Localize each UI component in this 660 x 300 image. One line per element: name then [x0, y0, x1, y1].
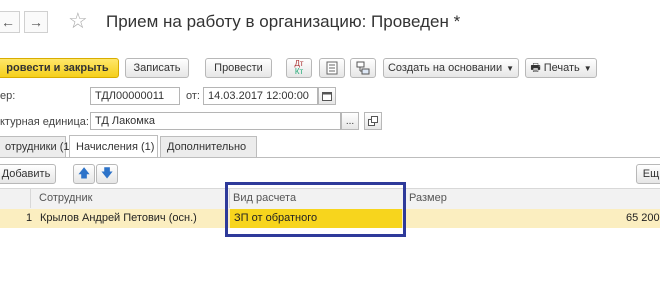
tab-accruals[interactable]: Начисления (1) [69, 135, 158, 157]
dt-kt-icon: Дт Кт [294, 59, 304, 76]
ellipsis-icon: ... [345, 115, 355, 127]
favorite-star-icon[interactable]: ☆ [68, 9, 88, 33]
open-link-icon [368, 116, 378, 126]
cell-employee: Крылов Андрей Петович (осн.) [40, 212, 197, 224]
more-label: Ещ [642, 168, 660, 180]
post-label: Провести [214, 62, 263, 74]
structural-unit-label: ктурная единица: [0, 116, 89, 128]
arrow-up-icon: 🡅 [77, 165, 91, 180]
post-button[interactable]: Провести [205, 58, 272, 78]
create-based-on-button[interactable]: Создать на основании ▼ [383, 58, 519, 78]
print-label: Печать [543, 62, 580, 74]
move-down-button[interactable]: 🡇 [96, 164, 118, 184]
tab-employees-label: отрудники (1) [5, 141, 74, 153]
post-and-close-label: ровести и закрыть [6, 62, 109, 74]
column-divider [30, 188, 31, 208]
save-button[interactable]: Записать [125, 58, 189, 78]
structural-unit-field[interactable]: ТД Лакомка [90, 112, 341, 130]
column-header-employee[interactable]: Сотрудник [39, 192, 92, 204]
date-label: от: [186, 90, 200, 102]
arrow-left-icon: ← [1, 14, 15, 30]
arrow-down-icon: 🡇 [100, 165, 114, 180]
dt-kt-button[interactable]: Дт Кт [286, 58, 312, 78]
calendar-icon [322, 92, 332, 101]
print-button[interactable]: 🖶 Печать ▼ [525, 58, 597, 78]
open-unit-button[interactable] [364, 112, 382, 130]
post-and-close-button[interactable]: ровести и закрыть [0, 58, 119, 78]
report-button[interactable] [319, 58, 345, 78]
column-header-amount[interactable]: Размер [409, 192, 447, 204]
number-label: ер: [0, 90, 16, 102]
date-field[interactable]: 14.03.2017 12:00:00 [203, 87, 318, 105]
page-title: Прием на работу в организацию: Проведен … [106, 12, 461, 31]
tab-employees[interactable]: отрудники (1) [0, 136, 73, 157]
calendar-button[interactable] [318, 87, 336, 105]
tab-additional[interactable]: Дополнительно [160, 136, 257, 157]
number-field[interactable]: ТДЛ00000011 [90, 87, 180, 105]
save-label: Записать [133, 62, 181, 74]
select-unit-button[interactable]: ... [341, 112, 359, 130]
forward-button[interactable]: → [24, 11, 48, 33]
create-based-on-label: Создать на основании [387, 62, 503, 74]
add-label: Добавить [1, 168, 51, 180]
move-up-button[interactable]: 🡅 [73, 164, 95, 184]
printer-icon: 🖶 [530, 61, 541, 74]
cell-amount: 65 200, [626, 212, 660, 224]
highlight-frame [225, 182, 406, 237]
row-number: 1 [26, 212, 33, 224]
tab-additional-label: Дополнительно [167, 141, 247, 153]
tabs-baseline [0, 157, 660, 158]
dropdown-arrow-icon: ▼ [506, 63, 515, 73]
document-list-icon [326, 61, 338, 75]
tab-accruals-label: Начисления (1) [76, 140, 155, 153]
more-button[interactable]: Ещ [636, 164, 660, 184]
dropdown-arrow-icon: ▼ [583, 63, 592, 73]
back-button[interactable]: ← [0, 11, 20, 33]
hierarchy-icon [356, 61, 370, 75]
structure-button[interactable] [350, 58, 376, 78]
arrow-right-icon: → [29, 14, 43, 30]
add-button[interactable]: Добавить [0, 164, 56, 184]
